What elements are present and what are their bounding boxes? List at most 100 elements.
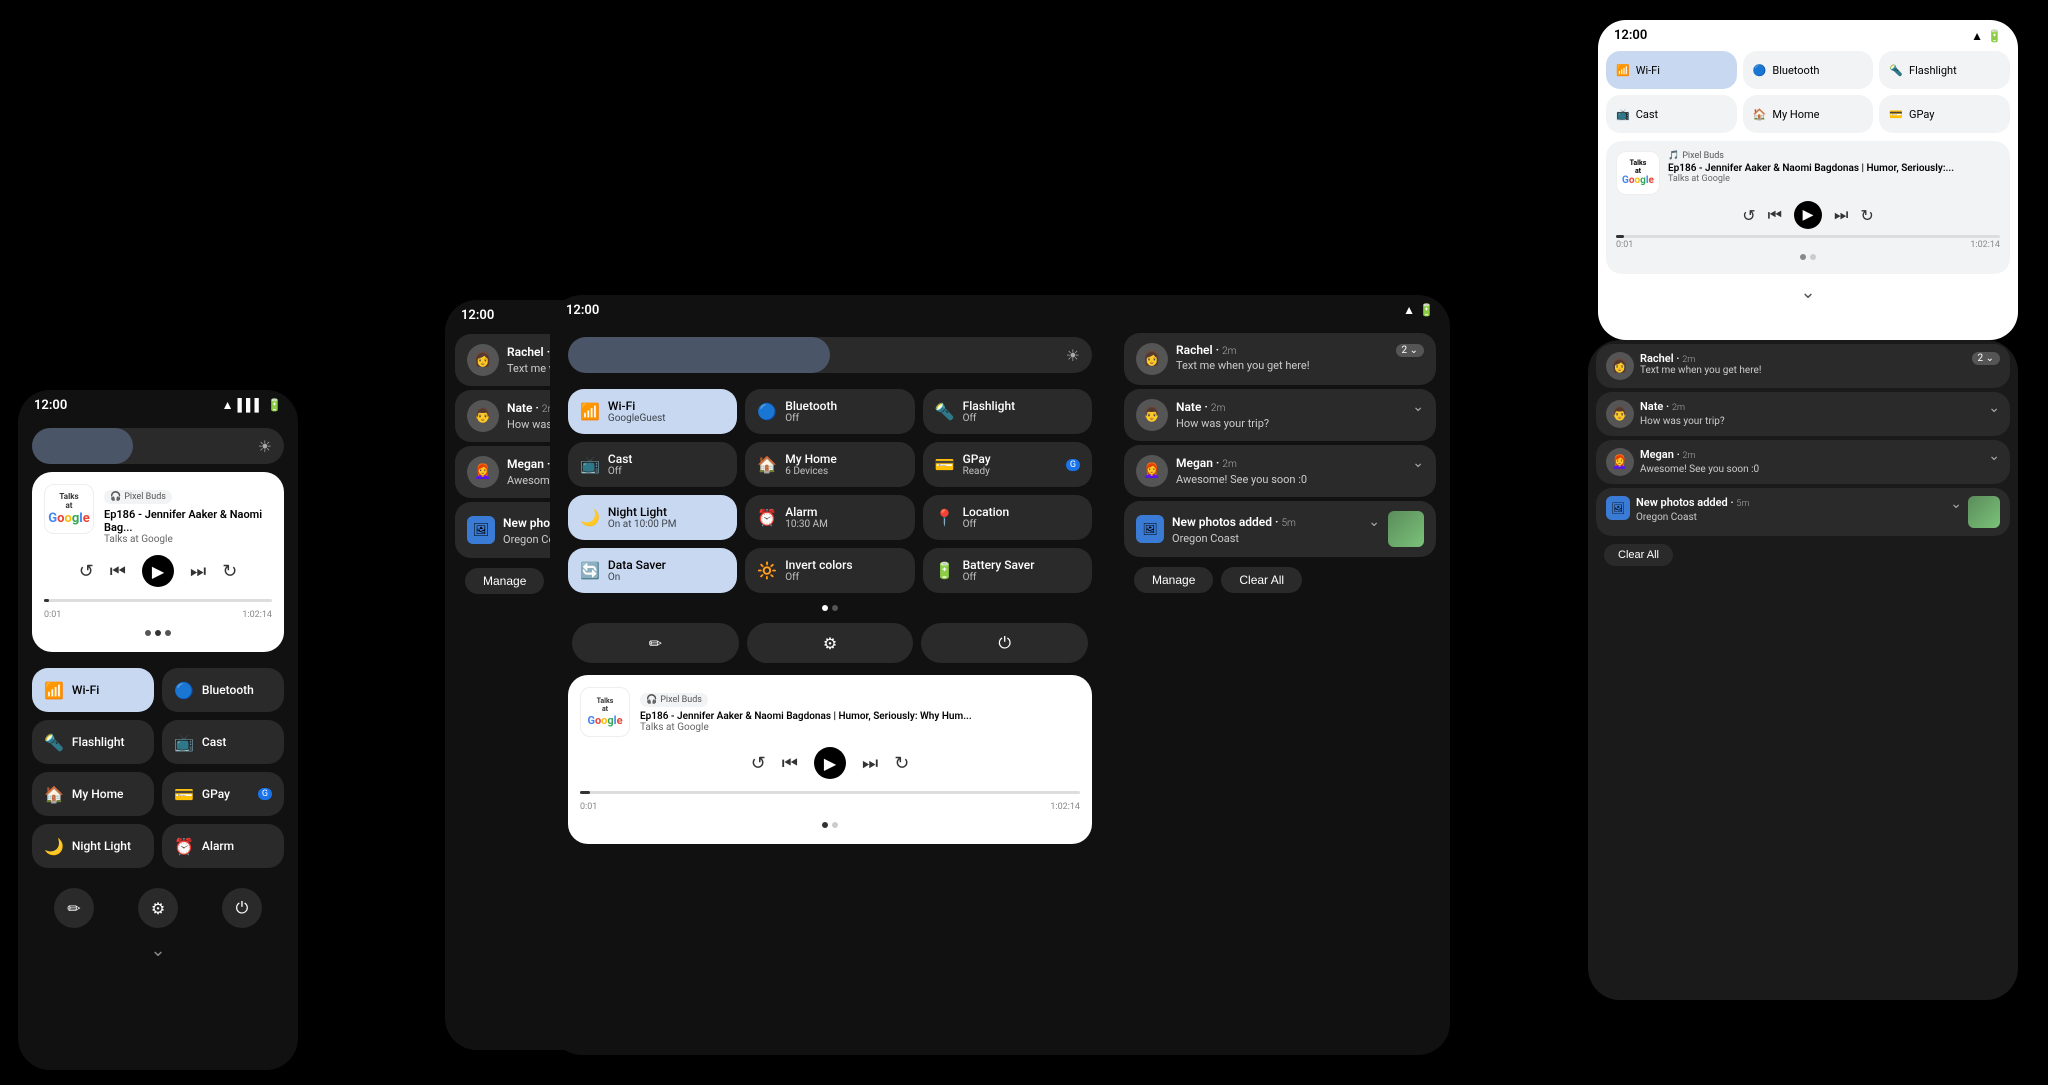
progress-bar-small[interactable] <box>44 599 272 602</box>
replay-btn-small[interactable]: ↺ <box>79 561 94 582</box>
rp-tile-wifi[interactable]: 📶 Wi-Fi <box>1606 51 1737 89</box>
tile-invert-large[interactable]: 🔆 Invert colors Off <box>745 548 914 593</box>
rp-tile-home[interactable]: 🏠 My Home <box>1743 95 1874 133</box>
rp-home-tile-icon: 🏠 <box>1753 108 1767 121</box>
media-card-large[interactable]: Talks at Google 🎧 Pixel Buds Ep186 - Jen… <box>568 675 1092 844</box>
rp-clear-all-btn[interactable]: Clear All <box>1604 544 1673 566</box>
photos-expand-l[interactable]: ⌄ <box>1368 514 1380 530</box>
wifi-tile-icon-l: 📶 <box>580 402 600 421</box>
rp-photos-expand[interactable]: ⌄ <box>1950 496 1962 512</box>
notif-photos-large[interactable]: 🖼 New photos added · 5m ⌄ Oregon Coast <box>1124 501 1436 557</box>
tile-home-small[interactable]: 🏠 My Home <box>32 772 154 816</box>
notif-avatar-nate-mid: 👨 <box>467 400 499 432</box>
tile-nightlight-large[interactable]: 🌙 Night Light On at 10:00 PM <box>568 495 737 540</box>
power-btn-small[interactable]: ⏻ <box>222 888 262 928</box>
rp-play-btn[interactable]: ▶ <box>1794 201 1822 229</box>
settings-btn-small[interactable]: ⚙ <box>138 888 178 928</box>
tile-bluetooth-large[interactable]: 🔵 Bluetooth Off <box>745 389 914 434</box>
tile-wifi-large[interactable]: 📶 Wi-Fi GoogleGuest <box>568 389 737 434</box>
tile-home-large[interactable]: 🏠 My Home 6 Devices <box>745 442 914 487</box>
tile-cast-small[interactable]: 📺 Cast <box>162 720 284 764</box>
play-btn-small[interactable]: ▶ <box>142 555 174 587</box>
rp-media-card[interactable]: Talks at Google 🎵 Pixel Buds Ep186 - Jen… <box>1606 141 2010 274</box>
tile-bluetooth-small[interactable]: 🔵 Bluetooth <box>162 668 284 712</box>
rp-notif-list: 👩 Rachel · 2m 2 ⌄ Text me when you get h… <box>1588 340 2018 578</box>
nate-expand-l[interactable]: ⌄ <box>1412 399 1424 415</box>
progress-bar-large[interactable] <box>580 791 1080 794</box>
rp-chevron-down[interactable]: ⌄ <box>1598 278 2018 307</box>
lt-left: ☀ 📶 Wi-Fi GoogleGuest 🔵 Bluetooth Off <box>550 325 1110 1055</box>
notif-avatar-rachel-l: 👩 <box>1136 343 1168 375</box>
forward-btn-large[interactable]: ↻ <box>894 753 909 774</box>
media-source-large: 🎧 Pixel Buds <box>640 693 708 707</box>
next-btn-small[interactable]: ⏭ <box>190 561 206 582</box>
rp-notif-megan[interactable]: 👩‍🦰 Megan · 2m ⌄ Awesome! See you soon :… <box>1596 440 2010 484</box>
rp-progress-bar[interactable] <box>1616 235 2000 238</box>
battery-icon-l: 🔋 <box>1419 303 1434 317</box>
batterysaver-tile-icon-l: 🔋 <box>935 561 955 580</box>
tile-batterysaver-large[interactable]: 🔋 Battery Saver Off <box>923 548 1092 593</box>
notif-megan-large[interactable]: 👩‍🦰 Megan · 2m ⌄ Awesome! See you soon :… <box>1124 445 1436 497</box>
rp-tile-cast[interactable]: 📺 Cast <box>1606 95 1737 133</box>
rp-media-title: Ep186 - Jennifer Aaker & Naomi Bagdonas … <box>1668 163 2000 174</box>
rp-tile-bluetooth[interactable]: 🔵 Bluetooth <box>1743 51 1874 89</box>
rp-forward-btn[interactable]: ↻ <box>1860 206 1873 225</box>
media-controls-small[interactable]: ↺ ⏮ ▶ ⏭ ↻ <box>44 551 272 591</box>
notif-body-megan-l: Megan · 2m ⌄ Awesome! See you soon :0 <box>1176 455 1424 486</box>
notif-rachel-large[interactable]: 👩 Rachel · 2m 2 ⌄ Text me when you get h… <box>1124 333 1436 385</box>
rp-notif-rachel[interactable]: 👩 Rachel · 2m 2 ⌄ Text me when you get h… <box>1596 344 2010 388</box>
rp-notif-avatar-nate: 👨 <box>1606 400 1634 428</box>
edit-btn-large[interactable]: ✏ <box>572 623 739 663</box>
rp-tile-flashlight[interactable]: 🔦 Flashlight <box>1879 51 2010 89</box>
manage-btn-large[interactable]: Manage <box>1134 567 1213 593</box>
tile-gpay-large[interactable]: 💳 GPay Ready G <box>923 442 1092 487</box>
rp-media-controls[interactable]: ↺ ⏮ ▶ ⏭ ↻ <box>1616 195 2000 235</box>
notif-nate-large[interactable]: 👨 Nate · 2m ⌄ How was your trip? <box>1124 389 1436 441</box>
tile-location-large[interactable]: 📍 Location Off <box>923 495 1092 540</box>
rp-time: 12:00 <box>1614 28 1647 43</box>
settings-btn-large[interactable]: ⚙ <box>747 623 914 663</box>
prev-btn-large[interactable]: ⏮ <box>782 753 798 774</box>
tile-alarm-small[interactable]: ⏰ Alarm <box>162 824 284 868</box>
tile-alarm-large[interactable]: ⏰ Alarm 10:30 AM <box>745 495 914 540</box>
rp-replay-btn[interactable]: ↺ <box>1742 206 1755 225</box>
power-btn-large[interactable]: ⏻ <box>921 623 1088 663</box>
next-btn-large[interactable]: ⏭ <box>862 753 878 774</box>
tile-wifi-small[interactable]: 📶 Wi-Fi <box>32 668 154 712</box>
play-btn-large[interactable]: ▶ <box>814 747 846 779</box>
clear-all-btn-large[interactable]: Clear All <box>1221 567 1302 593</box>
dot-2-large <box>832 605 838 611</box>
edit-btn-small[interactable]: ✏ <box>54 888 94 928</box>
rp-nate-expand[interactable]: ⌄ <box>1988 400 2000 416</box>
tile-flashlight-large[interactable]: 🔦 Flashlight Off <box>923 389 1092 434</box>
rp-notif-nate[interactable]: 👨 Nate · 2m ⌄ How was your trip? <box>1596 392 2010 436</box>
tile-flashlight-small[interactable]: 🔦 Flashlight <box>32 720 154 764</box>
brightness-bar-small[interactable]: ☀ <box>32 428 284 464</box>
tile-cast-large[interactable]: 📺 Cast Off <box>568 442 737 487</box>
notif-list-large: 👩 Rachel · 2m 2 ⌄ Text me when you get h… <box>1114 329 1446 607</box>
tile-gpay-small[interactable]: 💳 GPay G <box>162 772 284 816</box>
rp-megan-expand[interactable]: ⌄ <box>1988 448 2000 464</box>
rp-wifi-icon: ▲ <box>1971 29 1983 43</box>
tile-nightlight-small[interactable]: 🌙 Night Light <box>32 824 154 868</box>
rp-prev-btn[interactable]: ⏮ <box>1768 205 1782 225</box>
rp-tile-gpay[interactable]: 💳 GPay <box>1879 95 2010 133</box>
rp-next-btn[interactable]: ⏭ <box>1834 205 1848 225</box>
chevron-down-small[interactable]: ⌄ <box>18 936 298 965</box>
time-small: 12:00 <box>34 398 67 413</box>
flashlight-tile-icon-small: 🔦 <box>44 733 64 752</box>
media-controls-large[interactable]: ↺ ⏮ ▶ ⏭ ↻ <box>580 743 1080 783</box>
media-logo-small: Talks at Google <box>44 484 94 534</box>
status-bar-large: 12:00 ▲ 🔋 <box>550 295 1450 325</box>
cast-tile-icon-small: 📺 <box>174 733 194 752</box>
megan-expand-l[interactable]: ⌄ <box>1412 455 1424 471</box>
brightness-bar-large[interactable]: ☀ <box>568 337 1092 373</box>
media-card-small[interactable]: Talks at Google 🎧 Pixel Buds Ep186 - Jen… <box>32 472 284 652</box>
rp-notif-photos[interactable]: 🖼 New photos added · 5m ⌄ Oregon Coast <box>1596 488 2010 536</box>
cast-tile-icon-l: 📺 <box>580 455 600 474</box>
forward-btn-small[interactable]: ↻ <box>222 561 237 582</box>
prev-btn-small[interactable]: ⏮ <box>110 561 126 582</box>
tile-datasaver-large[interactable]: 🔄 Data Saver On <box>568 548 737 593</box>
manage-btn-mid[interactable]: Manage <box>465 568 544 594</box>
replay-btn-large[interactable]: ↺ <box>751 753 766 774</box>
